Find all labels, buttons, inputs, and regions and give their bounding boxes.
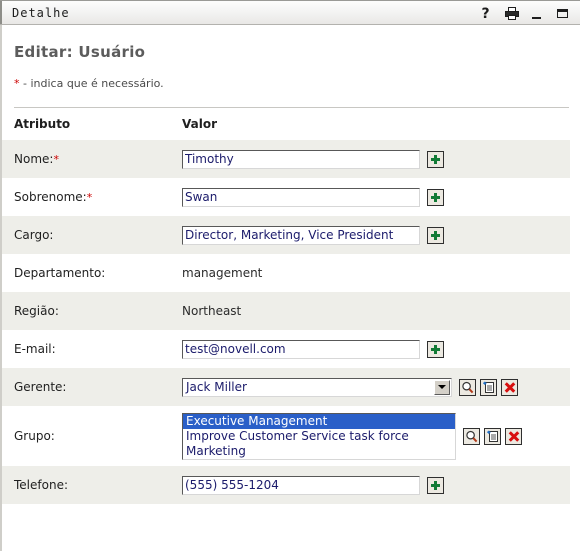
row-value-cell <box>170 216 570 254</box>
row-value-cell <box>170 140 570 178</box>
table-row: E-mail: <box>2 330 570 368</box>
table-row: Gerente: Jack Miller <box>2 368 570 406</box>
maximize-icon[interactable] <box>556 6 571 22</box>
gerente-actions <box>459 378 518 396</box>
attribute-label: Gerente: <box>14 380 67 394</box>
add-telefone-button[interactable] <box>427 476 444 494</box>
row-value-cell <box>170 178 570 216</box>
row-label-cell: Nome:* <box>2 140 170 178</box>
list-item[interactable]: Marketing <box>183 444 455 459</box>
grupo-actions <box>463 427 522 445</box>
attribute-label: Nome: <box>14 152 54 166</box>
departamento-value: management <box>182 266 263 280</box>
add-sobrenome-button[interactable] <box>427 188 444 206</box>
attribute-label: Grupo: <box>14 429 55 443</box>
chevron-down-icon[interactable] <box>434 379 450 395</box>
list-item[interactable]: Executive Management <box>183 413 455 429</box>
row-value-cell <box>170 330 570 368</box>
page-title: Editar: Usuário <box>14 43 146 61</box>
table-row: Cargo: <box>2 216 570 254</box>
attributes-table: Atributo Valor Nome:* Timothy Sobrenome:… <box>2 108 570 504</box>
gerente-select[interactable]: Jack Miller <box>182 377 452 397</box>
new-entry-icon[interactable] <box>484 427 501 445</box>
add-email-button[interactable] <box>427 340 444 358</box>
window-controls: ? <box>478 1 571 26</box>
row-value-cell: management <box>170 254 570 292</box>
email-input[interactable] <box>182 339 420 359</box>
attribute-label: Departamento: <box>14 266 106 280</box>
required-note: * - indica que é necessário. <box>14 77 580 90</box>
row-label-cell: Gerente: <box>2 368 170 406</box>
window-title: Detalhe <box>12 5 70 20</box>
remove-icon[interactable] <box>501 378 518 396</box>
attribute-label: E-mail: <box>14 342 56 356</box>
required-marker: * <box>86 191 93 204</box>
row-label-cell: E-mail: <box>2 330 170 368</box>
row-value-cell: Northeast <box>170 292 570 330</box>
row-label-cell: Região: <box>2 292 170 330</box>
cargo-input[interactable] <box>182 225 420 245</box>
search-icon[interactable] <box>463 427 480 445</box>
remove-icon[interactable] <box>505 427 522 445</box>
required-note-text: - indica que é necessário. <box>19 77 164 90</box>
search-icon[interactable] <box>459 378 476 396</box>
row-value-cell: Jack Miller <box>170 368 570 406</box>
table-row: Região: Northeast <box>2 292 570 330</box>
nome-input[interactable] <box>182 149 420 169</box>
add-nome-button[interactable] <box>427 150 444 168</box>
grupo-listbox[interactable]: Executive Management Improve Customer Se… <box>182 412 456 460</box>
row-label-cell: Departamento: <box>2 254 170 292</box>
table-row: Grupo: Executive Management Improve Cust… <box>2 406 570 466</box>
sobrenome-input[interactable] <box>182 187 420 207</box>
column-header-attribute: Atributo <box>2 108 170 140</box>
column-header-value: Valor <box>170 108 570 140</box>
new-entry-icon[interactable] <box>480 378 497 396</box>
detail-window: Detalhe ? Editar: Usuário * - indica que… <box>0 0 580 551</box>
required-marker: * <box>53 153 59 166</box>
attribute-label: Telefone: <box>14 478 68 492</box>
minimize-icon[interactable] <box>530 6 545 22</box>
row-label-cell: Cargo: <box>2 216 170 254</box>
row-label-cell: Sobrenome:* <box>2 178 170 216</box>
window-content: Editar: Usuário * - indica que é necessá… <box>0 25 580 551</box>
telefone-input[interactable] <box>182 475 420 495</box>
row-label-cell: Telefone: <box>2 466 170 504</box>
help-icon[interactable]: ? <box>478 6 493 22</box>
list-item[interactable]: Improve Customer Service task force <box>183 429 455 444</box>
table-row: Nome:* <box>2 140 570 178</box>
gerente-selected-value: Jack Miller <box>186 380 247 394</box>
print-icon[interactable] <box>504 6 519 22</box>
row-value-cell <box>170 466 570 504</box>
page-header: Editar: Usuário * - indica que é necessá… <box>2 25 580 108</box>
attribute-label: Região: <box>14 304 59 318</box>
table-row: Departamento: management <box>2 254 570 292</box>
regiao-value: Northeast <box>182 304 242 318</box>
table-header-row: Atributo Valor <box>2 108 570 140</box>
attribute-label: Sobrenome: <box>14 190 87 204</box>
attribute-label: Cargo: <box>14 228 54 242</box>
table-row: Telefone: <box>2 466 570 504</box>
window-titlebar: Detalhe ? <box>0 0 580 25</box>
table-row: Sobrenome:* <box>2 178 570 216</box>
add-cargo-button[interactable] <box>427 226 444 244</box>
row-label-cell: Grupo: <box>2 406 170 466</box>
row-value-cell: Executive Management Improve Customer Se… <box>170 406 570 466</box>
